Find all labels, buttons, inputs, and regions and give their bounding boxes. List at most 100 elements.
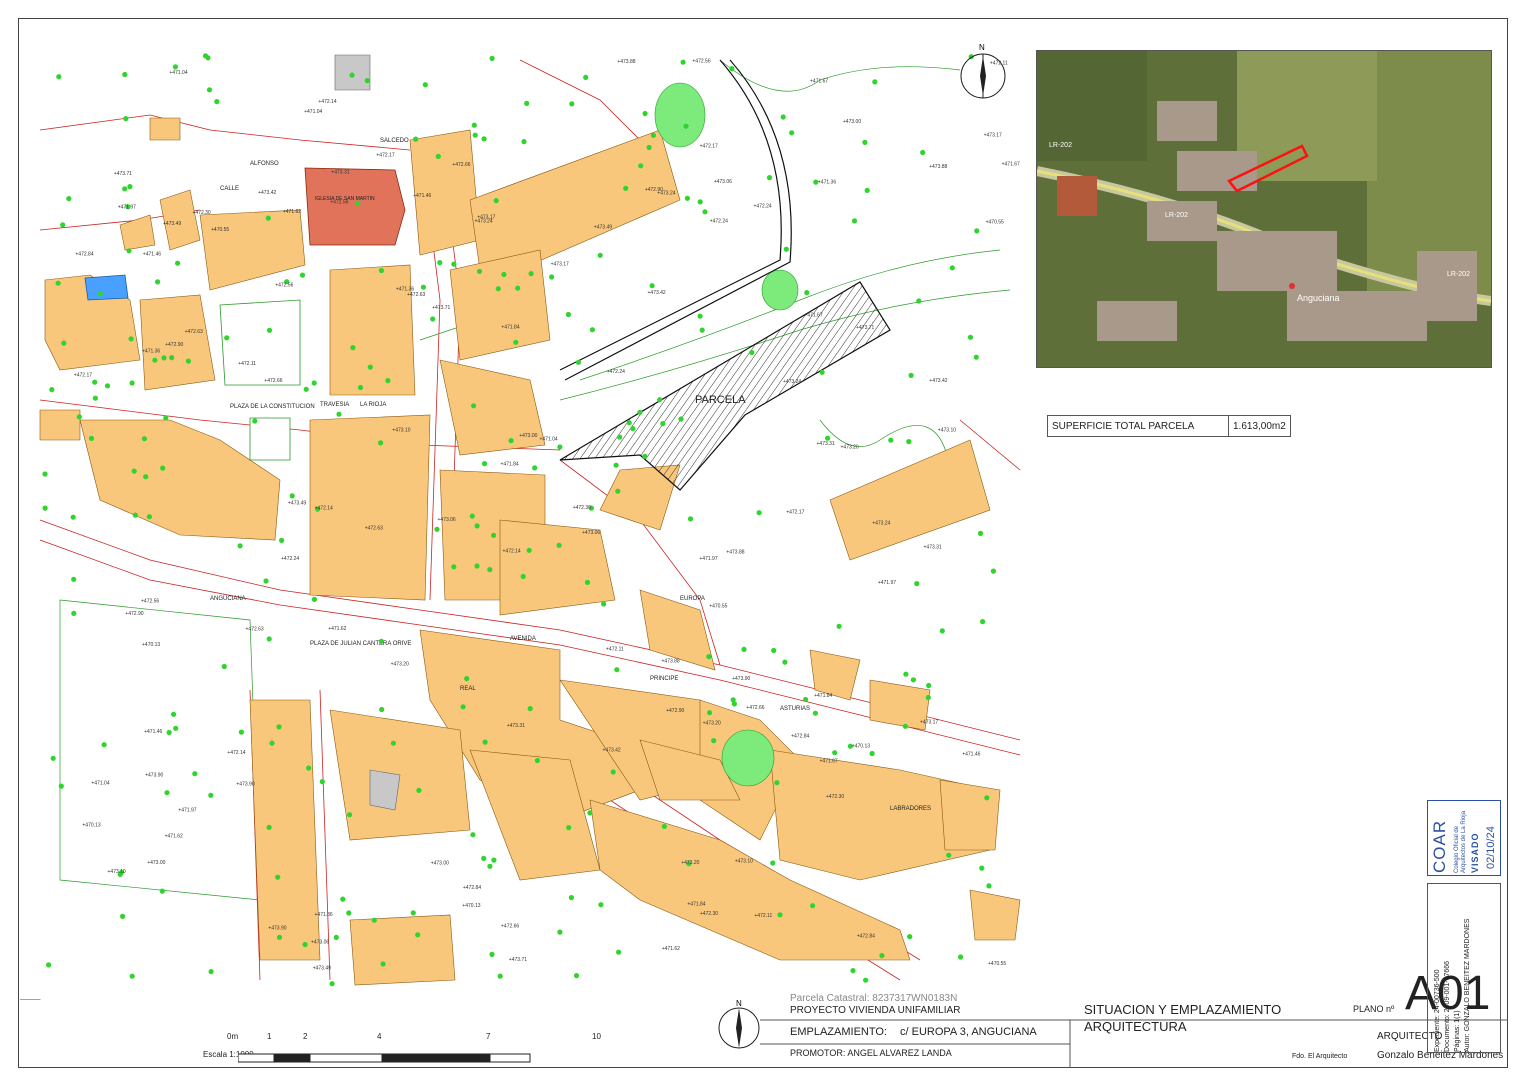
tree-point [707,710,713,716]
tree-point [661,823,667,830]
tree-point [926,682,932,689]
tree-point [977,530,984,537]
elevation-label: +470.55 [211,227,229,233]
elevation-label: +471.46 [962,752,980,758]
tree-point [422,82,428,88]
elevation-label: +473.90 [732,676,750,682]
tree-point [104,383,111,389]
street-label: LABRADORES [890,806,931,812]
elevation-label: +471.62 [328,626,346,632]
tree-point [76,414,82,420]
tree-point [208,969,214,975]
elevation-label: +471.67 [1002,162,1020,168]
elevation-label: +471.04 [304,109,322,115]
tree-point [61,340,67,346]
tree-point [263,578,269,584]
tree-point [160,465,166,471]
tree-point [349,72,355,78]
elevation-label: +473.88 [726,549,744,555]
elevation-label: +472.24 [710,219,728,225]
elevation-label: +473.49 [313,965,331,971]
street-label: LA RIOJA [360,402,386,408]
elevation-label: +472.56 [275,283,293,289]
tree-point [549,274,555,280]
tree-point [378,638,384,644]
tree-point [782,659,788,665]
stamp-org: Colegio Oficial de [1454,825,1460,873]
elevation-label: +470.13 [142,642,160,648]
street-label: ANGUCIANA [210,596,246,602]
tree-point [489,951,495,958]
elevation-label: +472.17 [74,373,92,379]
tree-point [657,397,663,403]
tree-point [812,710,819,716]
tree-point [355,200,361,206]
tree-point [123,116,129,122]
tree-point [990,568,997,574]
tree-point [642,453,648,459]
tree-point [434,526,440,532]
scale-tick: 1 [267,1032,272,1041]
tree-point [597,252,603,258]
elevation-label: +472.17 [376,152,394,158]
elevation-label: +472.90 [165,342,183,348]
tree-point [489,55,495,62]
tree-point [864,187,870,193]
elevation-label: +472.66 [264,378,282,384]
north-arrow-icon: N [960,43,1006,99]
area-table: SUPERFICIE TOTAL PARCELA 1.613,00m2 [1047,415,1291,437]
elevation-label: +472.14 [315,505,333,511]
elevation-label: +473.49 [163,221,181,227]
tree-point [888,437,894,443]
title-block-lines [760,1019,1508,1068]
street-label: PRINCIPE [650,676,678,682]
tree-point [172,64,178,70]
elevation-label: +471.84 [687,902,705,908]
elevation-label: +473.24 [475,219,493,225]
tree-point [869,750,875,757]
elevation-label: +472.90 [125,611,143,617]
tree-point [380,961,386,967]
elevation-label: +471.97 [178,807,196,813]
stamp-visado: VISADO [1470,832,1480,873]
tree-point [472,132,478,138]
tree-point [749,349,755,356]
elevation-label: +472.14 [503,549,521,555]
elevation-label: +473.06 [582,530,600,536]
street-label: TRAVESIA [320,402,349,408]
tree-point [771,647,777,654]
tree-point [568,895,575,901]
tree-point [319,779,325,785]
tree-point [146,514,152,520]
tree-point [435,153,441,159]
elevation-label: +473.17 [551,262,569,268]
tree-point [58,783,64,789]
tree-point [973,354,979,360]
tree-point [920,149,926,156]
elevation-label: +471.04 [540,437,558,443]
tree-point [777,912,783,918]
elevation-label: +472.84 [463,885,481,891]
street-label: PLAZA DE LA CONSTITUCION [230,404,315,410]
tree-point [741,646,747,653]
catastral-ref: Parcela Catastral: 8237317WN0183N [790,993,958,1004]
elevation-label: +472.17 [786,510,804,516]
tree-point [163,415,169,421]
elevation-label: +472.63 [407,292,425,298]
tree-point [378,440,384,446]
elevation-label: +471.04 [169,70,187,76]
tree-point [175,260,181,266]
street-label: CALLE [220,186,239,192]
tree-point [66,196,72,202]
road-label: LR-202 [1049,142,1072,149]
street-label: AVENIDA [510,636,536,642]
tree-point [630,426,636,432]
elevation-label: +471.67 [804,313,822,319]
svg-text:N: N [979,43,985,52]
tree-point [329,981,335,987]
plano-label: PLANO nº [1353,1004,1395,1014]
tree-point [706,654,712,660]
tree-point [252,418,258,424]
elevation-label: +473.24 [872,521,890,527]
tree-point [501,271,507,278]
